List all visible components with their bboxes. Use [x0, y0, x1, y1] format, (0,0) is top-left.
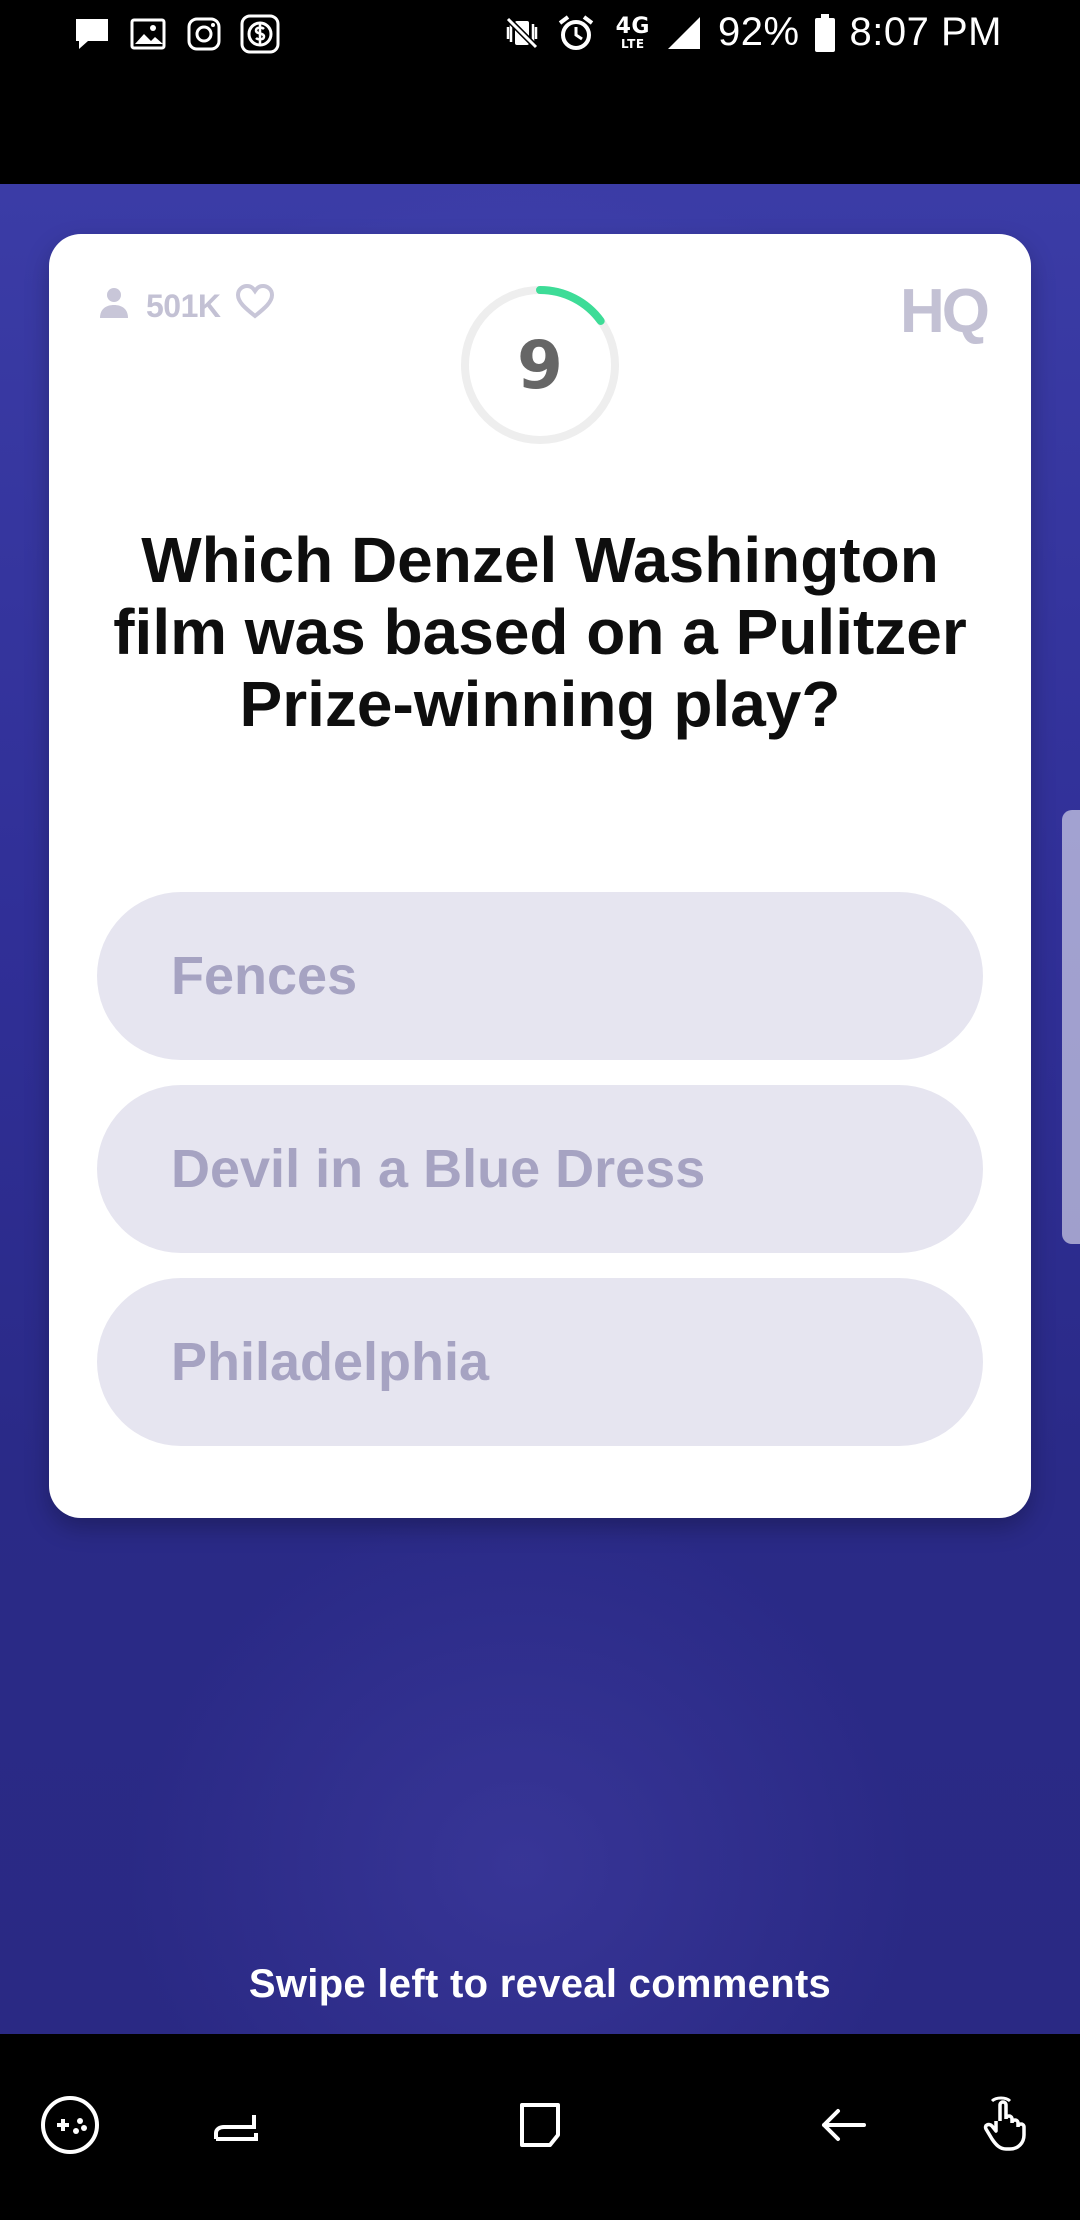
question-text: Which Denzel Washington film was based o…: [113, 524, 967, 740]
person-icon: [94, 282, 134, 330]
image-icon: [128, 14, 168, 54]
network-type: 4G LTE: [615, 13, 650, 51]
hq-logo: HQ: [900, 277, 990, 346]
signal-icon: [664, 13, 704, 53]
navigation-bar: [0, 2034, 1080, 2220]
timer-value: 9: [517, 326, 563, 404]
countdown-timer: 9: [457, 282, 623, 448]
mute-vibrate-icon: [502, 13, 542, 53]
clock: 8:07 PM: [849, 10, 1002, 54]
viewer-count: 501K: [146, 287, 221, 324]
recent-apps-icon: [206, 2093, 270, 2161]
home-button[interactable]: [492, 2034, 588, 2220]
swipe-hint: Swipe left to reveal comments: [248, 1962, 832, 2006]
comments-drawer-handle[interactable]: [1062, 810, 1080, 1244]
instagram-icon: [184, 14, 224, 54]
heart-icon[interactable]: [233, 282, 277, 330]
status-bar: 4G LTE 92% 8:07 PM: [0, 0, 1080, 184]
alarm-icon: [556, 13, 596, 53]
network-label: 4G: [615, 13, 650, 39]
game-launcher-button[interactable]: [22, 2034, 118, 2220]
recent-apps-button[interactable]: [190, 2034, 286, 2220]
answer-option-2[interactable]: Devil in a Blue Dress: [97, 1085, 983, 1253]
home-icon: [508, 2093, 572, 2161]
gesture-icon: [976, 2093, 1040, 2161]
battery-icon: [814, 13, 836, 53]
back-icon: [812, 2093, 876, 2161]
lte-label: LTE: [621, 36, 645, 51]
answer-option-3[interactable]: Philadelphia: [97, 1278, 983, 1446]
dollar-icon: [240, 14, 280, 54]
answer-list: Fences Devil in a Blue Dress Philadelphi…: [97, 892, 983, 1471]
game-controller-icon: [38, 2093, 102, 2161]
answer-option-1[interactable]: Fences: [97, 892, 983, 1060]
status-notifications: [72, 14, 280, 54]
gesture-button[interactable]: [960, 2034, 1056, 2220]
viewer-stats: 501K: [94, 282, 277, 330]
back-button[interactable]: [796, 2034, 892, 2220]
status-system: 4G LTE 92% 8:07 PM: [502, 10, 1002, 55]
message-icon: [72, 14, 112, 54]
battery-percent: 92%: [717, 10, 800, 54]
question-card: 501K 9 HQ Which Denzel Washington film w…: [49, 234, 1031, 1518]
